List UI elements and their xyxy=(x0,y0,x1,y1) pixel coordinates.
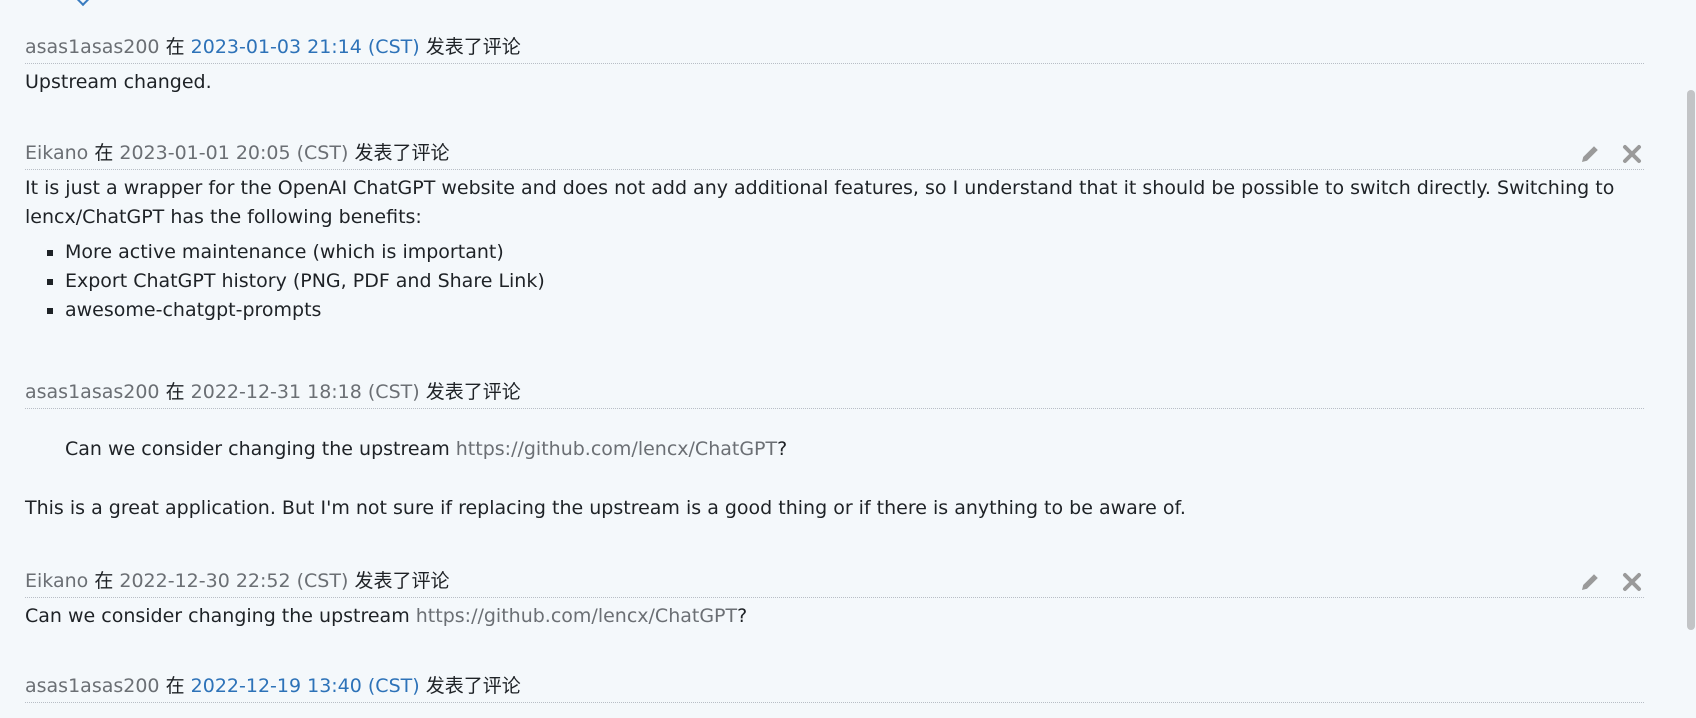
comment-header: asas1asas200 在 2023-01-03 21:14 (CST) 发表… xyxy=(25,32,1644,64)
comment-author[interactable]: Eikano xyxy=(25,142,88,164)
comment-header: asas1asas200 在 2022-12-31 18:18 (CST) 发表… xyxy=(25,377,1644,409)
comment-body: Upstream changed. xyxy=(25,68,1644,97)
comment-body: Can we consider changing the upstream ht… xyxy=(25,602,1644,631)
comment-verb: 发表了评论 xyxy=(354,142,450,164)
comment: asas1asas200 在 2023-01-03 21:14 (CST) 发表… xyxy=(25,32,1644,97)
quote-suffix: ? xyxy=(777,438,788,460)
comment-body: Can we consider changing the upstream ht… xyxy=(25,435,1644,523)
comment-author[interactable]: Eikano xyxy=(25,570,88,592)
list-item: awesome-chatgpt-prompts xyxy=(65,296,1644,325)
comment-verb: 发表了评论 xyxy=(425,381,521,403)
pencil-icon[interactable] xyxy=(1578,570,1602,594)
comment-header: Eikano 在 2023-01-01 20:05 (CST) 发表了评论 xyxy=(25,138,1644,170)
comment-verb: 发表了评论 xyxy=(425,675,521,697)
comment-date-link[interactable]: 2023-01-03 21:14 (CST) xyxy=(191,36,420,58)
comment-verb: 发表了评论 xyxy=(354,570,450,592)
comment-date: 2022-12-30 22:52 (CST) xyxy=(119,570,349,592)
pencil-icon[interactable] xyxy=(1578,142,1602,166)
comment-at: 在 xyxy=(165,675,185,697)
comment-header: Eikano 在 2022-12-30 22:52 (CST) 发表了评论 xyxy=(25,566,1644,598)
list-item: More active maintenance (which is import… xyxy=(65,238,1644,267)
comment-quote: Can we consider changing the upstream ht… xyxy=(25,435,1644,464)
comment-text: This is a great application. But I'm not… xyxy=(25,497,1186,519)
comment: Eikano 在 2023-01-01 20:05 (CST) 发表了评论 It… xyxy=(25,138,1644,325)
upstream-link[interactable]: https://github.com/lencx/ChatGPT xyxy=(416,605,737,627)
scrollbar-track[interactable] xyxy=(1686,0,1696,718)
comment-text: It is just a wrapper for the OpenAI Chat… xyxy=(25,177,1615,228)
scrollbar-thumb[interactable] xyxy=(1687,90,1695,630)
comment-author[interactable]: asas1asas200 xyxy=(25,381,160,403)
quote-text: Can we consider changing the upstream xyxy=(65,438,456,460)
list-item: Export ChatGPT history (PNG, PDF and Sha… xyxy=(65,267,1644,296)
comment-date: 2023-01-01 20:05 (CST) xyxy=(119,142,349,164)
comment: asas1asas200 在 2022-12-31 18:18 (CST) 发表… xyxy=(25,377,1644,523)
comment: Eikano 在 2022-12-30 22:52 (CST) 发表了评论 Ca… xyxy=(25,566,1644,631)
comment-text-suffix: ? xyxy=(737,605,748,627)
comment-text: Can we consider changing the upstream ht… xyxy=(25,602,1644,631)
comment-verb: 发表了评论 xyxy=(425,36,521,58)
comment-author[interactable]: asas1asas200 xyxy=(25,675,160,697)
close-icon[interactable] xyxy=(1620,570,1644,594)
comment-text-prefix: Can we consider changing the upstream xyxy=(25,605,416,627)
comment: asas1asas200 在 2022-12-19 13:40 (CST) 发表… xyxy=(25,671,1644,703)
package-comments-page: asas1asas200 在 2023-01-03 21:14 (CST) 发表… xyxy=(0,0,1696,718)
upstream-link[interactable]: https://github.com/lencx/ChatGPT xyxy=(456,438,777,460)
comment-at: 在 xyxy=(94,142,114,164)
comment-body: It is just a wrapper for the OpenAI Chat… xyxy=(25,174,1644,325)
close-icon[interactable] xyxy=(1620,142,1644,166)
comment-actions xyxy=(1578,566,1644,597)
comment-at: 在 xyxy=(94,570,114,592)
comment-actions xyxy=(1578,138,1644,169)
benefits-list: More active maintenance (which is import… xyxy=(25,238,1644,325)
comment-date: 2022-12-31 18:18 (CST) xyxy=(190,381,420,403)
chevron-down-icon[interactable] xyxy=(75,0,91,7)
comment-at: 在 xyxy=(165,381,185,403)
comment-text: Upstream changed. xyxy=(25,71,212,93)
comment-date-link[interactable]: 2022-12-19 13:40 (CST) xyxy=(191,675,420,697)
comment-author[interactable]: asas1asas200 xyxy=(25,36,160,58)
comment-header: asas1asas200 在 2022-12-19 13:40 (CST) 发表… xyxy=(25,671,1644,703)
comment-at: 在 xyxy=(165,36,185,58)
